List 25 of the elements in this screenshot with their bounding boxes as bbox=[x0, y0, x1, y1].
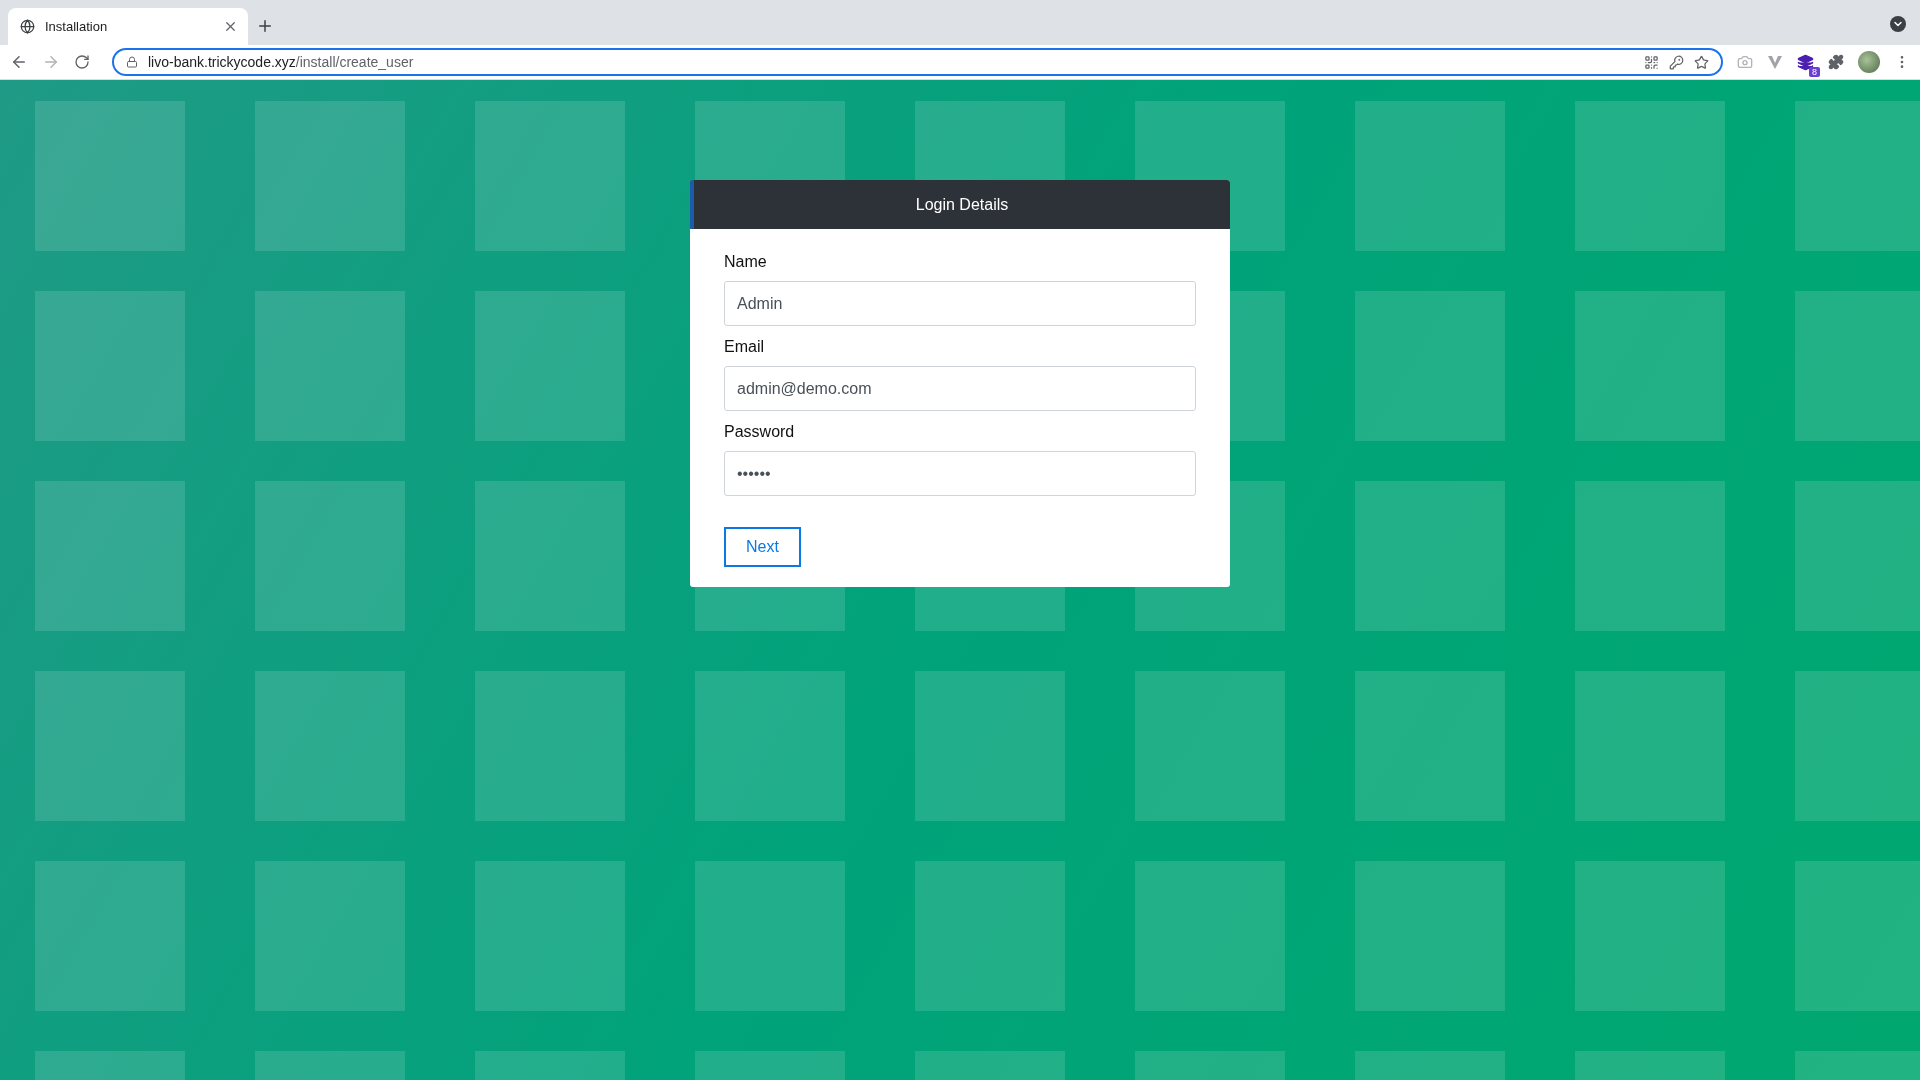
field-label: Name bbox=[724, 253, 768, 271]
profile-avatar[interactable] bbox=[1858, 51, 1880, 73]
star-icon[interactable] bbox=[1694, 54, 1709, 70]
reload-icon[interactable] bbox=[74, 54, 90, 70]
lock-icon bbox=[126, 56, 138, 68]
tab-title: Installation bbox=[45, 19, 109, 34]
tab-search-icon[interactable] bbox=[1890, 16, 1906, 32]
browser-tab[interactable]: Installation bbox=[8, 8, 248, 45]
extension-badge: 8 bbox=[1809, 66, 1820, 77]
extensions-icon[interactable] bbox=[1828, 54, 1844, 70]
input-field[interactable]: admin@demo.com bbox=[724, 366, 1196, 411]
layers-icon[interactable] bbox=[1797, 53, 1814, 71]
qr-code-icon[interactable] bbox=[1644, 54, 1659, 70]
close-icon[interactable] bbox=[223, 19, 238, 34]
next-button[interactable]: Next bbox=[724, 527, 801, 567]
globe-icon bbox=[20, 19, 35, 34]
key-icon[interactable] bbox=[1669, 54, 1684, 70]
address-bar[interactable]: livo-bank.trickycode.xyz/install/create_user bbox=[112, 48, 1723, 76]
card-header: Login Details bbox=[690, 180, 1230, 229]
input-field[interactable]: Admin bbox=[724, 281, 1196, 326]
field-label: Password bbox=[724, 423, 796, 441]
input-field[interactable]: •••••• bbox=[724, 451, 1196, 496]
field-label: Email bbox=[724, 338, 765, 356]
url-text: livo-bank.trickycode.xyz/install/create_user bbox=[148, 54, 415, 70]
back-icon[interactable] bbox=[10, 53, 28, 71]
